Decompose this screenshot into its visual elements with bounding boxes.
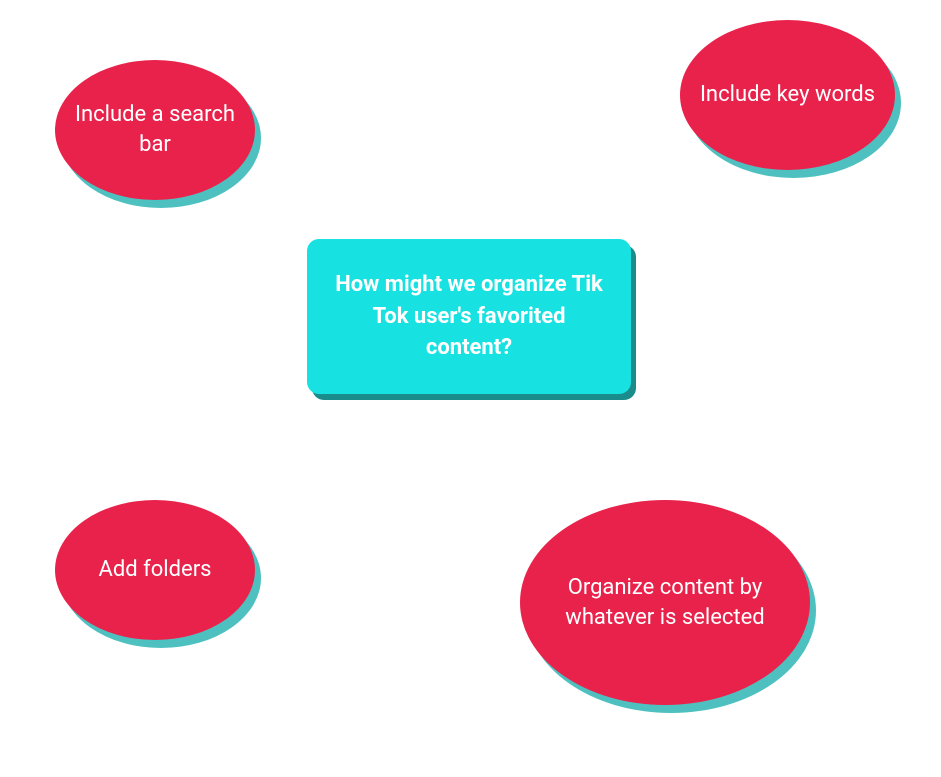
idea-bubble-label: Include a search bar xyxy=(65,100,245,159)
idea-bubble-search-bar: Include a search bar xyxy=(55,60,255,200)
central-question-box: How might we organize Tik Tok user's fav… xyxy=(307,239,631,394)
idea-bubble-add-folders: Add folders xyxy=(55,500,255,640)
idea-bubble-label: Organize content by whatever is selected xyxy=(530,573,800,632)
central-question-text: How might we organize Tik Tok user's fav… xyxy=(329,269,609,365)
mind-map-canvas: How might we organize Tik Tok user's fav… xyxy=(0,0,941,777)
idea-bubble-organize-selected: Organize content by whatever is selected xyxy=(520,500,810,705)
idea-bubble-label: Include key words xyxy=(700,80,875,110)
idea-bubble-key-words: Include key words xyxy=(680,20,895,170)
idea-bubble-label: Add folders xyxy=(98,555,211,585)
